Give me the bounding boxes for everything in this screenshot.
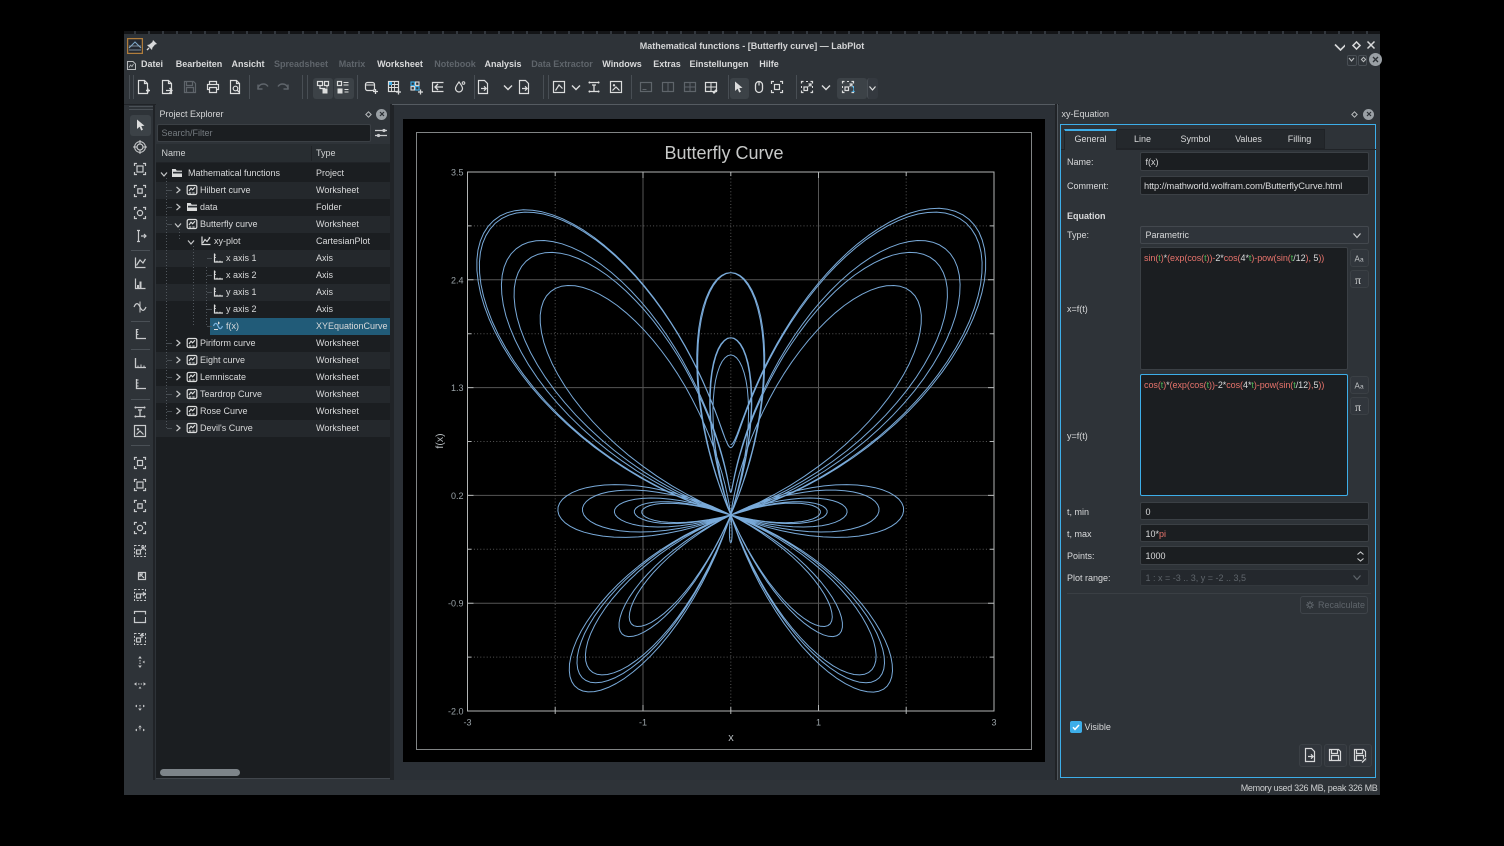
svg-text:2.4: 2.4 bbox=[451, 275, 464, 285]
svg-text:1.3: 1.3 bbox=[451, 383, 464, 393]
svg-text:-2.0: -2.0 bbox=[448, 707, 464, 717]
svg-text:1: 1 bbox=[816, 718, 821, 728]
svg-text:x: x bbox=[728, 732, 734, 744]
svg-text:1: 1 bbox=[851, 85, 856, 94]
svg-text:0.2: 0.2 bbox=[451, 491, 464, 501]
svg-text:-3: -3 bbox=[463, 718, 471, 728]
svg-text:3: 3 bbox=[991, 718, 996, 728]
svg-text:a: a bbox=[1360, 383, 1364, 390]
svg-text:π: π bbox=[1355, 273, 1361, 286]
svg-text:f(x): f(x) bbox=[434, 433, 446, 448]
svg-text:-1: -1 bbox=[639, 718, 647, 728]
svg-text:a: a bbox=[1360, 256, 1364, 263]
svg-text:Butterfly Curve: Butterfly Curve bbox=[664, 143, 783, 163]
svg-text:π: π bbox=[1355, 400, 1361, 413]
svg-text:-0.9: -0.9 bbox=[448, 599, 464, 609]
svg-text:3.5: 3.5 bbox=[451, 168, 464, 178]
